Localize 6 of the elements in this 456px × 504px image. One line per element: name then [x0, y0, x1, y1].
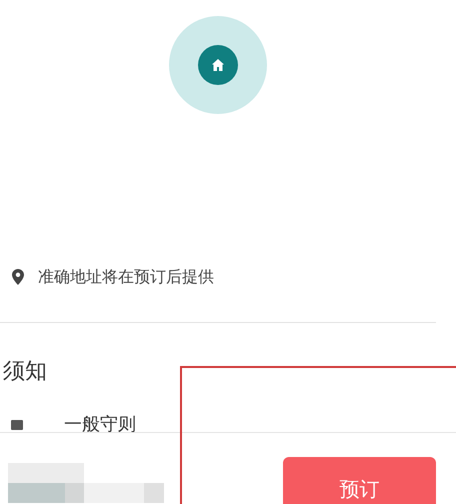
location-pin-icon [12, 269, 24, 285]
location-note: 准确地址将在预订后提供 [38, 266, 214, 288]
book-button[interactable]: 预订 [283, 457, 436, 504]
section-title: 须知 [3, 358, 47, 386]
rule-text: 一般守则 [64, 413, 136, 437]
house-icon [211, 58, 225, 72]
